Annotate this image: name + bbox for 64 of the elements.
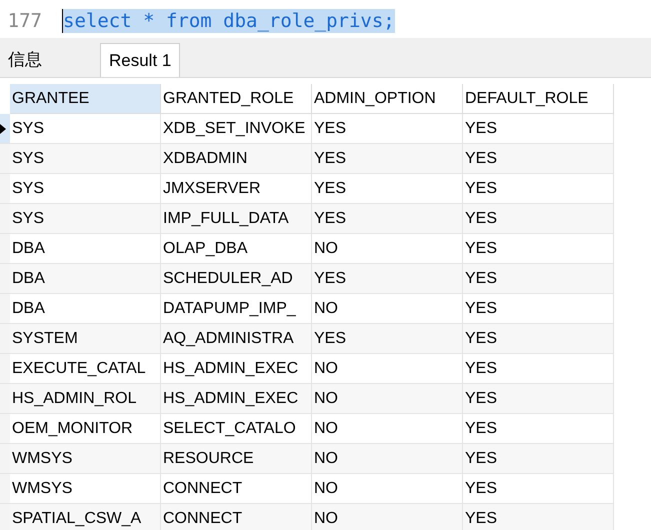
table-cell: SYS	[10, 144, 161, 174]
table-cell: SCHEDULER_AD	[161, 264, 312, 294]
table-cell: RESOURCE	[161, 444, 312, 474]
table-cell: YES	[463, 144, 614, 174]
table-cell: CONNECT	[161, 504, 312, 530]
table-cell: YES	[463, 354, 614, 384]
table-cell: YES	[312, 264, 463, 294]
table-cell: DATAPUMP_IMP_	[161, 294, 312, 324]
table-cell: NO	[312, 384, 463, 414]
tab[interactable]: Result 1	[100, 43, 180, 77]
table-cell: YES	[312, 204, 463, 234]
row-selector[interactable]	[0, 114, 10, 144]
line-number: 177	[6, 8, 43, 34]
table-cell: CONNECT	[161, 474, 312, 504]
table-cell: YES	[312, 114, 463, 144]
table-cell: OEM_MONITOR	[10, 414, 161, 444]
table-cell: DBA	[10, 294, 161, 324]
table-cell: YES	[463, 294, 614, 324]
table-cell: YES	[463, 234, 614, 264]
table-cell: YES	[463, 444, 614, 474]
table-cell: SYSTEM	[10, 324, 161, 354]
column-header[interactable]: DEFAULT_ROLE	[463, 84, 614, 114]
column-header[interactable]: GRANTED_ROLE	[161, 84, 312, 114]
table-cell: YES	[463, 114, 614, 144]
table-cell: YES	[312, 174, 463, 204]
table-cell: YES	[463, 174, 614, 204]
table-cell: JMXSERVER	[161, 174, 312, 204]
table-cell: SYS	[10, 174, 161, 204]
table-cell: NO	[312, 354, 463, 384]
table-cell: YES	[463, 264, 614, 294]
table-cell: AQ_ADMINISTRA	[161, 324, 312, 354]
table-cell: XDB_SET_INVOKE	[161, 114, 312, 144]
table-cell: WMSYS	[10, 444, 161, 474]
table-cell: NO	[312, 294, 463, 324]
tab[interactable]: 信息	[0, 43, 50, 77]
table-cell: SYS	[10, 114, 161, 144]
table-cell: YES	[463, 474, 614, 504]
table-cell: HS_ADMIN_EXEC	[161, 354, 312, 384]
table-cell: DBA	[10, 234, 161, 264]
table-cell: HS_ADMIN_ROL	[10, 384, 161, 414]
table-cell: HS_ADMIN_EXEC	[161, 384, 312, 414]
column-header[interactable]: GRANTEE	[10, 84, 161, 114]
table-cell: YES	[312, 324, 463, 354]
table-cell: XDBADMIN	[161, 144, 312, 174]
table-cell: YES	[312, 144, 463, 174]
table-cell: YES	[463, 504, 614, 530]
table-cell: SYS	[10, 204, 161, 234]
table-cell: YES	[463, 324, 614, 354]
table-cell: OLAP_DBA	[161, 234, 312, 264]
table-cell: DBA	[10, 264, 161, 294]
table-cell: YES	[463, 414, 614, 444]
column-header[interactable]: ADMIN_OPTION	[312, 84, 463, 114]
table-cell: IMP_FULL_DATA	[161, 204, 312, 234]
table-cell: EXECUTE_CATAL	[10, 354, 161, 384]
table-cell: YES	[463, 204, 614, 234]
table-cell: NO	[312, 444, 463, 474]
table-cell: NO	[312, 234, 463, 264]
table-cell: SPATIAL_CSW_A	[10, 504, 161, 530]
table-cell: YES	[463, 384, 614, 414]
table-cell: WMSYS	[10, 474, 161, 504]
table-cell: SELECT_CATALO	[161, 414, 312, 444]
table-cell: NO	[312, 504, 463, 530]
table-cell: NO	[312, 414, 463, 444]
table-cell: NO	[312, 474, 463, 504]
